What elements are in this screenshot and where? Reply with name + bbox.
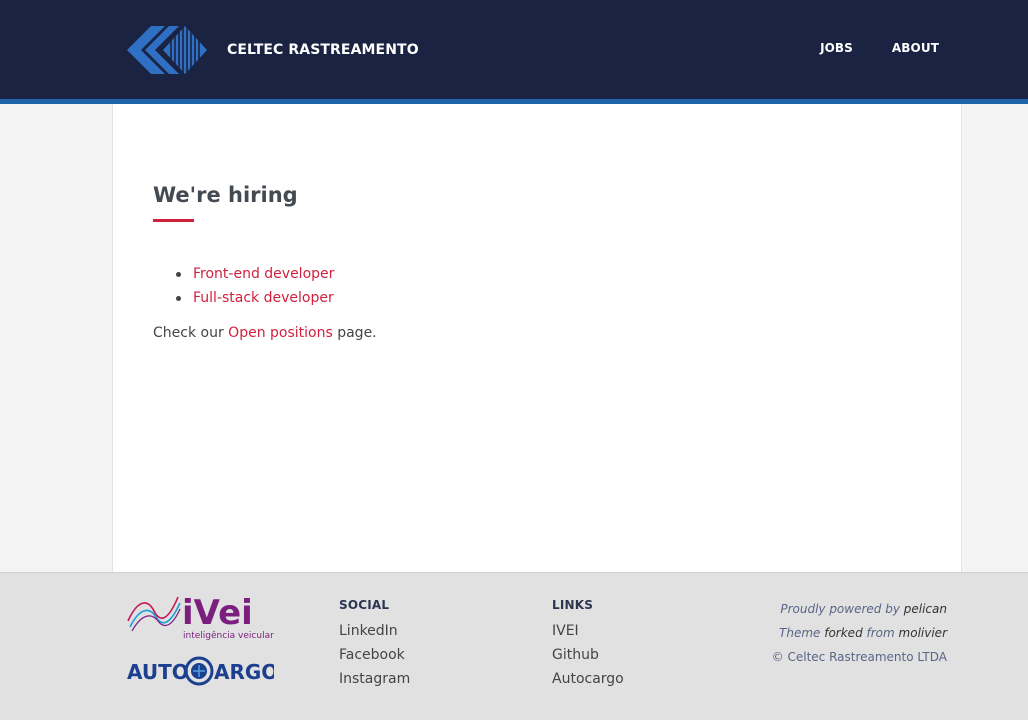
celtec-logo-icon [127,26,207,74]
ivei-tagline: inteligência veicular [183,630,274,641]
brand-name: CELTEC RASTREAMENTO [227,42,419,58]
check-suffix: page. [337,325,377,341]
site-footer: iVei inteligência veicular AUTO ARGO SOC… [0,572,1028,720]
nav-about[interactable]: ABOUT [892,41,939,55]
job-list: Front-end developer Full-stack developer [171,262,334,310]
open-positions-link[interactable]: Open positions [228,325,333,341]
main-content: We're hiring Front-end developer Full-st… [112,104,962,572]
autocargo-logo-icon: AUTO ARGO [127,656,274,686]
social-heading: SOCIAL [339,598,390,612]
molivier-link[interactable]: molivier [899,626,947,640]
social-link-instagram[interactable]: Instagram [339,667,410,691]
footer-link-github[interactable]: Github [552,643,624,667]
from-word: from [866,626,895,640]
autocargo-right: ARGO [214,660,274,684]
footer-links: LINKS IVEI Github Autocargo [552,598,624,691]
powered-by-line: Proudly powered by pelican [772,597,947,621]
list-item: Front-end developer [171,262,334,286]
job-link-fullstack[interactable]: Full-stack developer [193,290,334,306]
main-nav: JOBS ABOUT [781,41,939,55]
footer-link-autocargo[interactable]: Autocargo [552,667,624,691]
nav-jobs[interactable]: JOBS [820,41,853,55]
title-underline [153,219,194,222]
powered-prefix: Proudly powered by [780,602,900,616]
brand-link[interactable]: CELTEC RASTREAMENTO [127,26,419,74]
autocargo-left: AUTO [127,660,189,684]
pelican-link[interactable]: pelican [904,602,947,616]
social-link-facebook[interactable]: Facebook [339,643,410,667]
ivei-logo-icon: iVei inteligência veicular [127,593,274,641]
forked-word: forked [824,626,863,640]
page-title: We're hiring [153,183,298,207]
svg-text:iVei: iVei [182,593,253,633]
list-item: Full-stack developer [171,286,334,310]
check-prefix: Check our [153,325,224,341]
theme-word: Theme [779,626,821,640]
social-link-linkedin[interactable]: LinkedIn [339,619,410,643]
footer-link-ivei[interactable]: IVEI [552,619,624,643]
job-link-frontend[interactable]: Front-end developer [193,266,334,282]
footer-social: SOCIAL LinkedIn Facebook Instagram [339,598,410,691]
footer-credits: Proudly powered by pelican Theme forked … [772,597,947,669]
theme-line: Theme forked from molivier [772,621,947,645]
copyright: © Celtec Rastreamento LTDA [771,650,947,664]
site-header: CELTEC RASTREAMENTO JOBS ABOUT [0,0,1028,99]
open-positions-text: Check our Open positions page. [153,322,377,344]
links-heading: LINKS [552,598,594,612]
